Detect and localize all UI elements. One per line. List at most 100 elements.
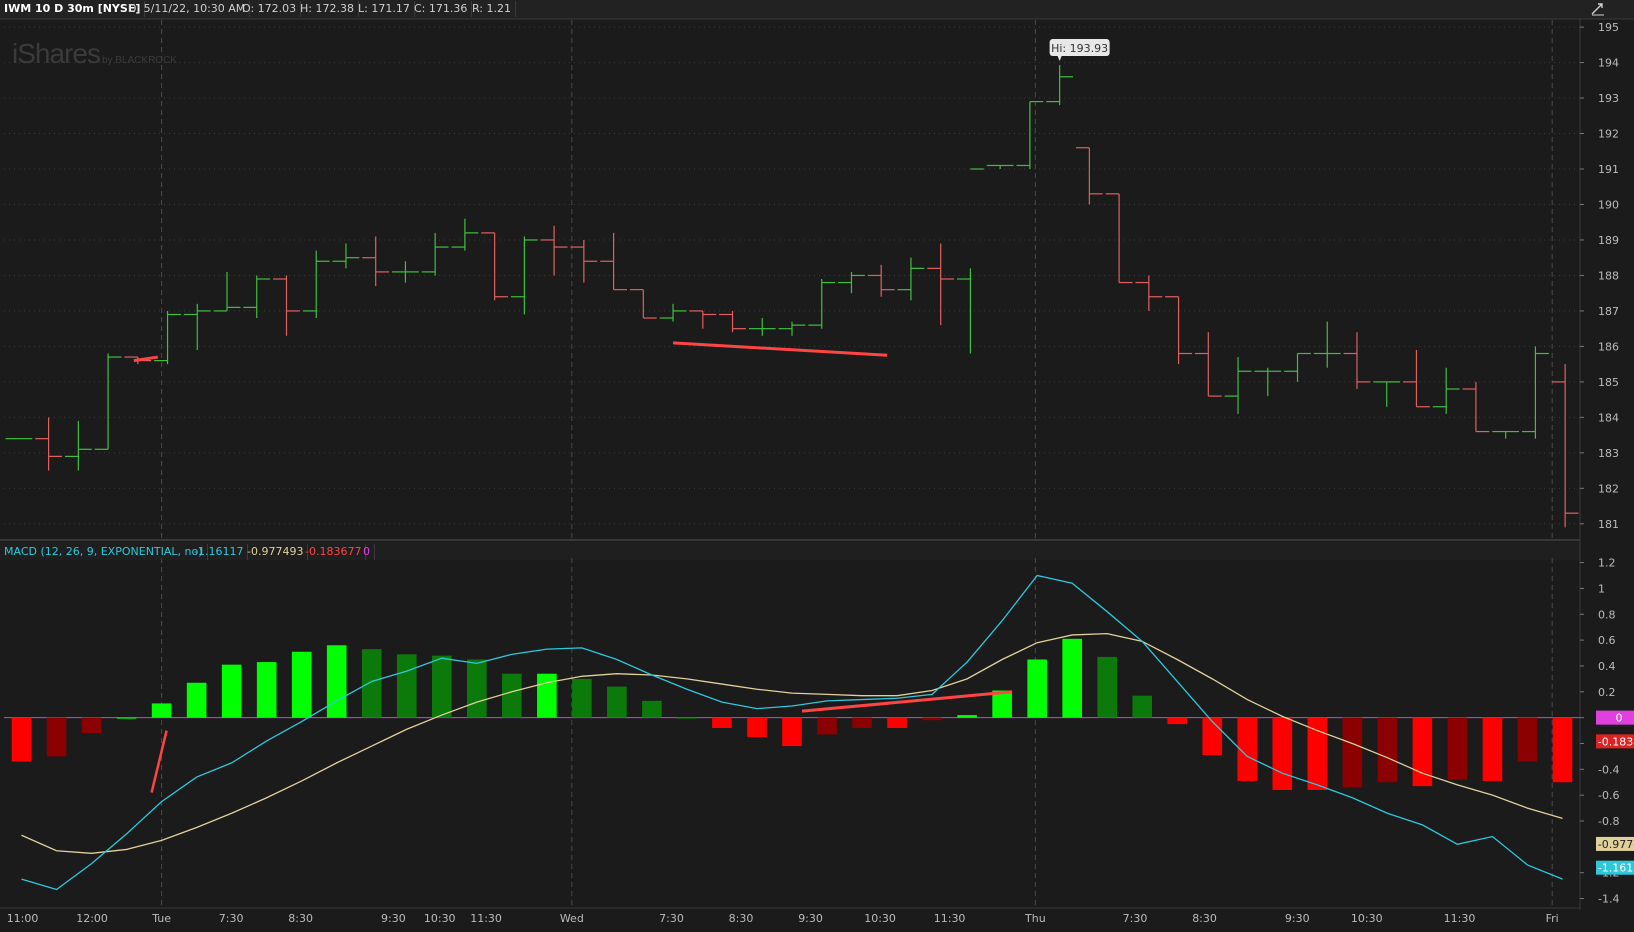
macd-histogram-bar: [1272, 717, 1293, 790]
time-tick-label: 9:30: [381, 912, 406, 925]
price-tick-label: 186: [1598, 340, 1619, 353]
price-tick-label: 182: [1598, 482, 1619, 495]
price-tick-label: 187: [1598, 305, 1619, 318]
time-tick-label: 10:30: [1351, 912, 1383, 925]
macd-tick-label: 1: [1598, 582, 1605, 595]
price-tick-label: 183: [1598, 447, 1619, 460]
macd-zero-readout: 0: [359, 544, 375, 560]
drawn-trendline: [672, 341, 888, 357]
macd-diff-badge: -0.1836: [1598, 735, 1634, 748]
macd-tick-label: -0.8: [1598, 815, 1619, 828]
macd-histogram-bar: [817, 717, 837, 735]
macd-histogram-bar: [1132, 695, 1153, 718]
macd-histogram-bar: [326, 645, 347, 718]
macd-tick-label: 0.6: [1598, 634, 1616, 647]
price-tick-label: 184: [1598, 411, 1619, 424]
macd-histogram-bar: [221, 664, 242, 718]
open-readout: O: 172.03: [238, 1, 302, 17]
price-tick-label: 191: [1598, 163, 1619, 176]
macd-tick-label: -1.4: [1598, 893, 1619, 906]
date-readout: D: 5/11/22, 10:30 AM: [124, 1, 251, 17]
macd-histogram-bar: [361, 649, 382, 718]
time-tick-label: Wed: [560, 912, 584, 925]
chart-canvas[interactable]: 181 182 183 184 185 186 187 188 189 190 191 192 193 1…: [0, 0, 1634, 932]
macd-tick-label: 1.2: [1598, 557, 1616, 570]
macd-histogram-bar: [1447, 717, 1468, 780]
ishares-watermark-logo: iShares by BLACKROCK: [12, 38, 177, 69]
time-tick-label: 11:30: [934, 912, 966, 925]
time-tick-label: Tue: [151, 912, 171, 925]
time-tick-label: 7:30: [659, 912, 684, 925]
macd-histogram-bar: [887, 717, 907, 728]
macd-histogram-bar: [782, 717, 802, 747]
macd-histogram-bar: [431, 655, 452, 718]
macd-histogram-bar: [1027, 659, 1047, 718]
macd-histogram-bar: [46, 717, 67, 757]
price-tick-label: 181: [1598, 518, 1619, 531]
time-tick-label: 10:30: [424, 912, 456, 925]
macd-histogram-bar: [1202, 717, 1223, 756]
macd-histogram-bar: [957, 715, 977, 718]
macd-avg-readout: -0.977493: [243, 544, 309, 560]
macd-histogram-bar: [116, 717, 137, 719]
macd-histogram-bar: [537, 673, 557, 718]
drawn-trendline: [150, 730, 168, 793]
time-tick-label: 7:30: [1123, 912, 1148, 925]
price-tick-label: 185: [1598, 376, 1619, 389]
macd-histogram-bar: [11, 717, 32, 762]
macd-diff-readout: -0.183677: [301, 544, 367, 560]
macd-histogram-bar: [642, 700, 662, 718]
macd-histogram-bar: [677, 717, 697, 719]
time-tick-label: 8:30: [729, 912, 754, 925]
macd-histogram-bar: [1377, 717, 1398, 783]
price-tick-label: 193: [1598, 92, 1619, 105]
macd-zero-badge: 0: [1616, 712, 1623, 725]
macd-histogram-bar: [81, 717, 102, 734]
macd-avg-badge: -0.9774: [1598, 838, 1634, 851]
time-tick-label: 10:30: [864, 912, 896, 925]
time-tick-label: 7:30: [219, 912, 244, 925]
macd-tick-label: -0.6: [1598, 789, 1619, 802]
macd-histogram-bar: [572, 678, 592, 718]
time-tick-label: 8:30: [288, 912, 313, 925]
price-tick-label: 195: [1598, 21, 1619, 34]
macd-histogram-bar: [291, 651, 312, 718]
low-readout: L: 171.17: [354, 1, 415, 17]
macd-histogram-bar: [1482, 717, 1503, 781]
range-readout: R: 1.21: [468, 1, 516, 17]
price-tick-label: 188: [1598, 269, 1619, 282]
time-tick-label: 8:30: [1192, 912, 1217, 925]
macd-histogram-bar: [747, 717, 767, 738]
time-tick-label: Fri: [1546, 912, 1559, 925]
macd-tick-label: 0.2: [1598, 686, 1616, 699]
time-tick-label: Thu: [1024, 912, 1046, 925]
high-marker-pointer: [1057, 56, 1062, 62]
macd-tick-label: 0.8: [1598, 608, 1616, 621]
price-tick-label: 189: [1598, 234, 1619, 247]
macd-value-readout: -1.16117: [190, 544, 249, 560]
macd-tick-label: 0.4: [1598, 660, 1616, 673]
time-tick-label: 9:30: [798, 912, 823, 925]
price-tick-label: 192: [1598, 128, 1619, 141]
macd-histogram-bar: [502, 673, 522, 718]
close-readout: C: 171.36: [410, 1, 473, 17]
high-marker-label: Hi: 193.93: [1051, 42, 1108, 55]
macd-histogram-bar: [151, 703, 172, 718]
macd-histogram-bar: [922, 717, 942, 721]
high-readout: H: 172.38: [296, 1, 359, 17]
macd-histogram-bar: [1062, 638, 1082, 718]
time-tick-label: 12:00: [76, 912, 108, 925]
macd-histogram-bar: [712, 717, 732, 728]
drawing-tool-icon[interactable]: [1590, 2, 1606, 16]
macd-tick-label: -0.4: [1598, 763, 1619, 776]
macd-histogram-bar: [1097, 656, 1118, 718]
macd-histogram-bar: [186, 682, 207, 718]
macd-study-label[interactable]: MACD (12, 26, 9, EXPONENTIAL, no): [0, 544, 208, 560]
macd-histogram-bar: [1517, 717, 1538, 762]
macd-histogram-bar: [1167, 717, 1188, 725]
macd-value-badge: -1.1612: [1598, 862, 1634, 875]
price-tick-label: 190: [1598, 198, 1619, 211]
price-tick-label: 194: [1598, 57, 1619, 70]
macd-histogram-bar: [607, 686, 627, 718]
macd-histogram-bar: [1307, 717, 1328, 790]
